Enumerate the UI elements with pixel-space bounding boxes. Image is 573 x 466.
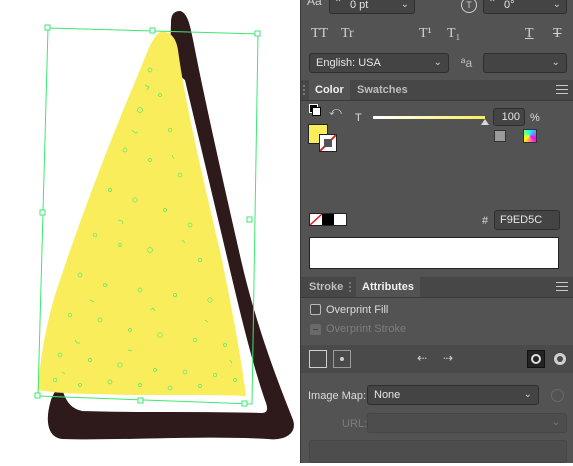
tint-slider-track[interactable]	[373, 116, 485, 119]
overprint-fill-checkbox[interactable]	[310, 304, 321, 315]
hex-prefix-label: #	[482, 215, 489, 227]
show-center-off-icon[interactable]	[309, 350, 327, 368]
swap-colors-icon[interactable]: ⤺	[329, 104, 342, 119]
chevron-down-icon[interactable]: ⌄	[552, 57, 560, 68]
chevron-down-icon[interactable]: ⌄	[401, 0, 409, 10]
tab-color[interactable]: Color	[309, 80, 350, 100]
default-colors-icon[interactable]	[309, 104, 321, 116]
subscript-button[interactable]: T₁	[447, 26, 460, 42]
notes-textarea[interactable]	[309, 440, 567, 463]
reverse-path-left-icon[interactable]: ⇠	[417, 351, 427, 365]
strikethrough-button[interactable]: T	[553, 26, 562, 42]
none-slash-icon	[320, 135, 336, 151]
panel-menu-icon[interactable]	[556, 85, 568, 95]
url-input[interactable]: ⌄	[367, 413, 567, 433]
show-center-on-icon[interactable]	[333, 350, 351, 368]
chevron-down-icon[interactable]: ⌄	[434, 57, 442, 68]
overprint-stroke-label: Overprint Stroke	[326, 323, 407, 335]
black-color-button[interactable]	[322, 214, 334, 225]
tint-value: 100	[501, 111, 520, 123]
rotation-field[interactable]: ⌃ 0° ⌄	[483, 0, 567, 14]
cube-web-safe-icon[interactable]	[523, 129, 537, 143]
hyphenation-select[interactable]: ⌄	[483, 53, 567, 73]
none-color-button[interactable]	[310, 214, 322, 225]
color-panel-tabbar: Color Swatches	[301, 80, 573, 101]
tab-swatches[interactable]: Swatches	[351, 80, 414, 100]
nonzero-winding-icon[interactable]	[527, 350, 545, 368]
tint-unit-label: %	[530, 112, 540, 124]
attributes-toolbar: ⇠ ⇢	[301, 345, 573, 373]
overprint-fill-label: Overprint Fill	[326, 304, 389, 316]
hex-value: F9ED5C	[500, 214, 543, 226]
yellow-triangle[interactable]	[38, 31, 246, 396]
out-of-gamut-icon[interactable]	[494, 130, 506, 142]
superscript-button[interactable]: T¹	[419, 26, 432, 42]
image-map-label: Image Map:	[308, 390, 367, 402]
none-slash-icon	[310, 214, 322, 225]
even-odd-icon[interactable]	[551, 350, 569, 368]
chevron-down-icon[interactable]: ⌄	[524, 389, 532, 400]
tracking-icon: A͡a	[307, 0, 322, 8]
tracking-field[interactable]: ⌃ 0 pt ⌄	[329, 0, 415, 14]
rotation-icon: T	[461, 0, 477, 13]
attributes-panel-tabbar: Stroke Attributes	[301, 277, 573, 298]
browser-globe-icon[interactable]	[551, 389, 564, 402]
image-map-select[interactable]: None ⌄	[367, 385, 539, 405]
underline-button[interactable]: T	[525, 26, 534, 42]
all-caps-button[interactable]: TT	[311, 26, 328, 42]
chevron-down-icon[interactable]: ⌄	[552, 417, 560, 428]
tint-channel-label: T	[355, 112, 362, 124]
tab-attributes[interactable]: Attributes	[356, 277, 420, 297]
stepper-icon[interactable]: ⌃	[334, 0, 342, 9]
reverse-path-right-icon[interactable]: ⇢	[443, 351, 453, 365]
small-caps-button[interactable]: Tr	[341, 26, 354, 42]
tint-slider-handle[interactable]	[481, 119, 489, 125]
properties-panel: A͡a ⌃ 0 pt ⌄ T ⌃ 0° ⌄ TT Tr T¹ T₁ T T En…	[300, 0, 573, 463]
language-select[interactable]: English: USA ⌄	[309, 53, 449, 73]
color-spectrum-bar[interactable]	[309, 237, 559, 269]
artboard-canvas[interactable]	[0, 0, 300, 463]
panel-menu-icon[interactable]	[556, 282, 568, 292]
panel-grip-icon[interactable]	[349, 282, 355, 292]
artwork-svg[interactable]	[0, 0, 300, 463]
white-color-button[interactable]	[334, 214, 346, 225]
rotation-value: 0°	[504, 0, 515, 11]
overprint-stroke-checkbox[interactable]	[310, 324, 321, 335]
quick-colors-strip	[309, 213, 347, 226]
stroke-swatch[interactable]	[319, 134, 337, 152]
chevron-down-icon[interactable]: ⌄	[553, 0, 561, 10]
tab-stroke[interactable]: Stroke	[303, 277, 349, 297]
tint-value-field[interactable]: 100	[493, 108, 525, 126]
hex-input[interactable]: F9ED5C	[494, 210, 560, 230]
language-value: English: USA	[316, 57, 381, 69]
hyphenation-icon: ªa	[461, 56, 473, 70]
image-map-value: None	[374, 389, 401, 401]
url-label: URL:	[342, 418, 368, 430]
stepper-icon[interactable]: ⌃	[488, 0, 496, 9]
tracking-value: 0 pt	[350, 0, 369, 11]
